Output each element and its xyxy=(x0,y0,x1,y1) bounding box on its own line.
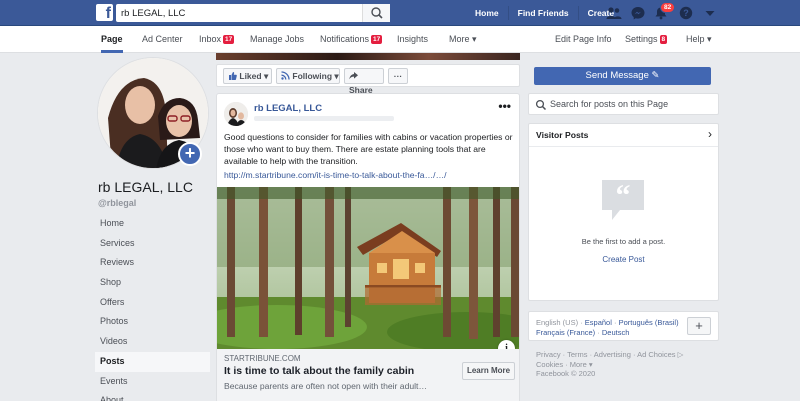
tab-notifications[interactable]: Notifications 17 xyxy=(320,26,383,53)
pencil-icon: ✎ xyxy=(651,70,660,81)
link-title[interactable]: It is time to talk about the family cabi… xyxy=(224,365,414,377)
divider xyxy=(529,146,718,147)
more-actions-button[interactable]: ··· xyxy=(388,68,408,84)
left-nav-item-shop[interactable]: Shop xyxy=(95,273,210,293)
left-nav-item-about[interactable]: About xyxy=(95,391,210,401)
rss-follow-icon xyxy=(281,71,290,80)
page-post-search[interactable]: Search for posts on this Page xyxy=(528,93,719,115)
messenger-icon[interactable] xyxy=(630,6,646,20)
page-post-search-placeholder: Search for posts on this Page xyxy=(550,99,669,109)
page-tab-bar: Page Ad Center Inbox 17 Manage Jobs Notif… xyxy=(0,26,800,53)
language-option-es[interactable]: Español xyxy=(585,318,612,327)
chevron-right-icon[interactable]: › xyxy=(708,127,712,141)
post-author-avatar[interactable] xyxy=(224,102,248,126)
post-text: Good questions to consider for families … xyxy=(224,132,513,166)
create-post-link[interactable]: Create Post xyxy=(529,255,718,264)
liked-button[interactable]: Liked ▾ xyxy=(223,68,272,84)
top-nav: Home Find Friends Create xyxy=(466,0,623,26)
notifications-tab-badge: 17 xyxy=(371,35,383,44)
page-action-bar: Liked ▾ Following ▾ Share ··· xyxy=(216,64,520,95)
left-nav-item-home[interactable]: Home xyxy=(95,214,210,234)
tab-settings[interactable]: Settings 8 xyxy=(625,26,668,53)
tab-edit-page-info[interactable]: Edit Page Info xyxy=(555,26,612,53)
tab-page[interactable]: Page xyxy=(101,26,123,53)
account-menu-chevron-icon[interactable] xyxy=(702,6,718,20)
left-nav-item-videos[interactable]: Videos xyxy=(95,332,210,352)
tab-ad-center[interactable]: Ad Center xyxy=(142,26,183,53)
search-input[interactable] xyxy=(116,4,356,22)
language-option-de[interactable]: Deutsch xyxy=(602,328,630,337)
page-handle[interactable]: @rblegal xyxy=(98,198,136,208)
language-selector: English (US) · Español · Português (Bras… xyxy=(528,311,719,341)
top-bar: f Home Find Friends Create 82 ? xyxy=(0,0,800,26)
language-option-fr[interactable]: Français (France) xyxy=(536,328,595,337)
tab-more[interactable]: More ▾ xyxy=(449,26,477,53)
tab-insights[interactable]: Insights xyxy=(397,26,428,53)
tab-help[interactable]: Help ▾ xyxy=(686,26,712,53)
left-nav-item-reviews[interactable]: Reviews xyxy=(95,253,210,273)
tab-inbox[interactable]: Inbox 17 xyxy=(199,26,235,53)
following-button[interactable]: Following ▾ xyxy=(276,68,340,84)
find-friends-link[interactable]: Find Friends xyxy=(507,6,578,20)
language-option-pt[interactable]: Português (Brasil) xyxy=(619,318,679,327)
home-link[interactable]: Home xyxy=(466,6,508,20)
left-nav-item-services[interactable]: Services xyxy=(95,234,210,254)
page-name: rb LEGAL, LLC xyxy=(98,179,193,195)
link-description: Because parents are often not open with … xyxy=(224,381,428,391)
footer-links-more[interactable]: Cookies · More ▾ xyxy=(536,360,716,370)
visitor-posts-panel: Visitor Posts › “ Be the first to add a … xyxy=(528,123,719,301)
post-author-name[interactable]: rb LEGAL, LLC xyxy=(254,103,322,114)
svg-text:“: “ xyxy=(616,179,631,212)
search-box[interactable] xyxy=(116,4,390,22)
language-list: English (US) · Español · Português (Bras… xyxy=(536,318,679,337)
left-nav-item-events[interactable]: Events xyxy=(95,372,210,392)
search-button[interactable] xyxy=(362,4,390,22)
svg-text:?: ? xyxy=(683,8,689,18)
visitor-posts-empty-text: Be the first to add a post. xyxy=(581,237,666,246)
footer-links[interactable]: Privacy · Terms · Advertising · Ad Choic… xyxy=(536,350,716,360)
thumbs-up-icon xyxy=(229,72,237,80)
search-icon xyxy=(371,7,383,19)
facebook-logo-icon[interactable]: f xyxy=(96,4,113,22)
quote-bubble-icon: “ xyxy=(602,179,644,220)
share-arrow-icon xyxy=(349,72,358,80)
link-preview[interactable]: STARTRIBUNE.COM It is time to talk about… xyxy=(217,349,519,401)
cover-photo[interactable] xyxy=(216,53,520,60)
friend-requests-icon[interactable] xyxy=(606,6,622,20)
notifications-badge: 82 xyxy=(660,2,676,13)
search-icon xyxy=(535,99,547,111)
add-language-button[interactable]: + xyxy=(687,317,711,335)
tab-manage-jobs[interactable]: Manage Jobs xyxy=(250,26,304,53)
current-language: English (US) xyxy=(536,318,579,327)
share-button[interactable]: Share xyxy=(344,68,384,95)
help-icon[interactable]: ? xyxy=(678,6,694,20)
link-domain: STARTRIBUNE.COM xyxy=(224,354,301,363)
inbox-badge: 17 xyxy=(223,35,235,44)
post-link-image[interactable] xyxy=(217,187,519,349)
left-nav-item-offers[interactable]: Offers xyxy=(95,293,210,313)
post-timestamp-placeholder xyxy=(254,116,394,121)
post-options-button[interactable]: ••• xyxy=(498,99,511,113)
send-message-button[interactable]: Send Message ✎ xyxy=(534,67,711,85)
visitor-posts-title[interactable]: Visitor Posts xyxy=(536,130,588,140)
left-nav: Home Services Reviews Shop Offers Photos… xyxy=(95,214,210,401)
settings-badge: 8 xyxy=(659,35,668,44)
footer-copyright: Facebook © 2020 xyxy=(536,369,596,379)
footer: Privacy · Terms · Advertising · Ad Choic… xyxy=(536,350,716,379)
learn-more-button[interactable]: Learn More xyxy=(462,362,515,380)
left-nav-item-posts[interactable]: Posts xyxy=(95,351,210,372)
post-card: rb LEGAL, LLC ••• Good questions to cons… xyxy=(216,93,520,401)
left-nav-item-photos[interactable]: Photos xyxy=(95,312,210,332)
cabin-in-forest-image xyxy=(217,187,519,349)
add-profile-picture-button[interactable]: + xyxy=(178,142,202,166)
post-link[interactable]: http://m.startribune.com/it-is-time-to-t… xyxy=(224,170,447,180)
